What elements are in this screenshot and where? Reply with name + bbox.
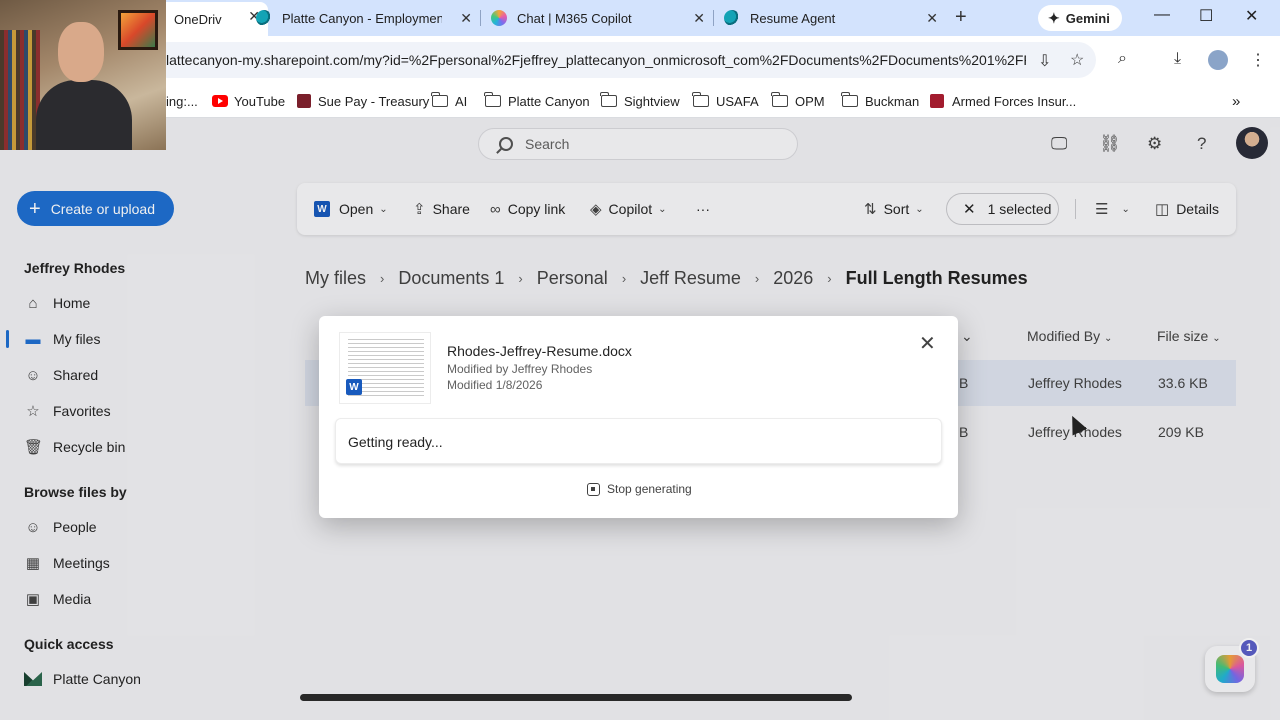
status-panel: Getting ready... [335,418,942,464]
youtube-icon [212,95,228,107]
bookmark-star-icon[interactable]: ☆ [1070,50,1084,70]
folder-icon [600,92,617,107]
new-tab-icon[interactable]: + [955,6,967,29]
kebab-menu-icon[interactable]: ⋮ [1250,50,1266,70]
bookmark-folder-ai[interactable]: AI [431,90,467,112]
url-text: lattecanyon-my.sharepoint.com/my?id=%2Fp… [166,52,1026,68]
folder-icon [841,92,858,107]
browser-tab-strip: OneDriv ✕ Platte Canyon - Employment In … [0,0,1280,36]
tab-label: Platte Canyon - Employment In [282,10,442,26]
gemini-label: Gemini [1065,10,1110,26]
search-tab-icon[interactable]: ⌕ [1118,50,1127,68]
bookmarks-overflow-icon[interactable]: » [1232,90,1240,112]
bookmark-item[interactable]: ing:... [166,90,198,112]
status-text: Getting ready... [348,434,443,450]
sharepoint-icon [256,10,272,26]
bookmark-folder-sightview[interactable]: Sightview [600,90,680,112]
presenter-body-image [36,80,132,150]
tab-resume-agent[interactable]: Resume Agent ✕ [714,4,946,32]
bookmarks-bar: ing:... YouTube Sue Pay - Treasury AI Pl… [0,84,1280,118]
tab-label: Resume Agent [750,10,836,26]
tab-label: OneDriv [174,11,222,27]
gemini-sparkle-icon: ✦ [1048,9,1060,26]
webcam-overlay [0,0,166,150]
close-icon[interactable]: ✕ [693,10,705,27]
url-field[interactable]: lattecanyon-my.sharepoint.com/my?id=%2Fp… [150,42,1096,78]
close-icon[interactable]: ✕ [919,334,936,354]
bookmark-youtube[interactable]: YouTube [212,90,285,112]
tab-label: Chat | M365 Copilot [517,10,632,26]
bookmark-folder-buckman[interactable]: Buckman [841,90,919,112]
folder-icon [431,92,448,107]
file-name: Rhodes-Jeffrey-Resume.docx [447,343,632,359]
bookmark-treasury[interactable]: Sue Pay - Treasury [297,90,429,112]
folder-icon [692,92,709,107]
bookmark-folder-opm[interactable]: OPM [771,90,825,112]
window-close-icon[interactable]: ✕ [1245,6,1258,26]
close-icon[interactable]: ✕ [460,10,472,27]
profile-avatar[interactable] [1208,50,1228,70]
bookmark-folder-platte-canyon[interactable]: Platte Canyon [484,90,590,112]
folder-icon [484,92,501,107]
treasury-icon [297,94,311,108]
bookmark-folder-usafa[interactable]: USAFA [692,90,759,112]
tab-m365-copilot[interactable]: Chat | M365 Copilot ✕ [481,4,713,32]
address-bar: lattecanyon-my.sharepoint.com/my?id=%2Fp… [0,36,1280,84]
tab-platte-canyon-employment[interactable]: Platte Canyon - Employment In ✕ [246,4,480,32]
install-app-icon[interactable]: ⇩ [1038,51,1051,71]
onedrive-app: Search 🖵 ⛓ ⚙ ? + Create or upload Jeffre… [0,118,1280,720]
stop-icon [587,482,600,496]
gemini-button[interactable]: ✦ Gemini [1038,5,1122,31]
folder-icon [771,92,788,107]
download-icon[interactable]: ⤓ [1174,50,1181,68]
modified-date-text: Modified 1/8/2026 [447,378,543,392]
maximize-icon[interactable]: ☐ [1199,6,1213,26]
minimize-icon[interactable]: — [1154,6,1170,24]
word-icon: W [346,379,362,395]
presenter-head-image [58,22,104,82]
bookshelf-image [0,30,40,150]
modified-by-text: Modified by Jeffrey Rhodes [447,362,593,376]
stop-generating-button[interactable]: Stop generating [587,482,692,496]
copilot-summary-dialog: W Rhodes-Jeffrey-Resume.docx Modified by… [319,316,958,518]
bookmark-armed-forces[interactable]: Armed Forces Insur... [930,90,1076,112]
armed-forces-icon [930,94,944,108]
copilot-icon [491,10,507,26]
document-thumbnail: W [339,332,431,404]
close-icon[interactable]: ✕ [926,10,938,27]
sharepoint-icon [724,10,740,26]
wall-art-image [118,10,158,50]
